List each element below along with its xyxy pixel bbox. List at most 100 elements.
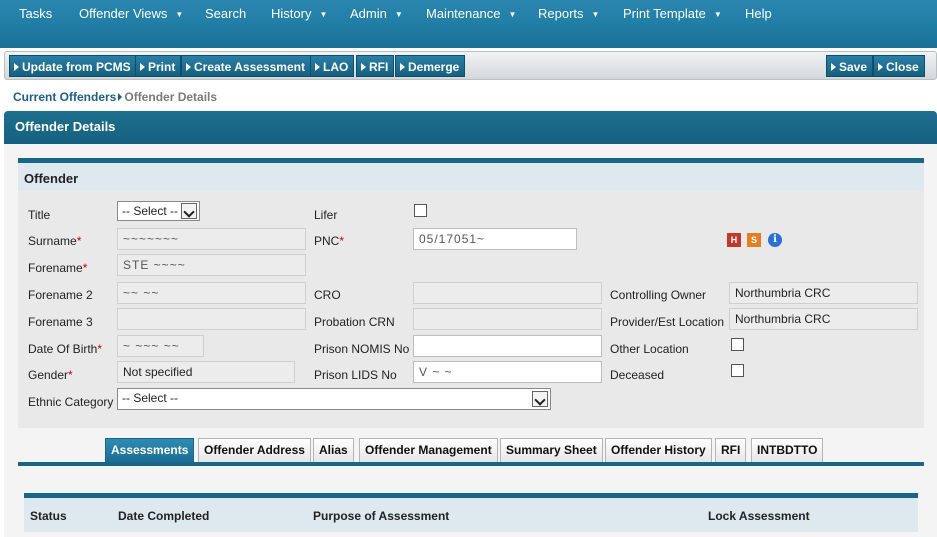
menu-label: Print Template xyxy=(623,6,706,21)
forename-label-text: Forename xyxy=(28,261,83,275)
surname-label: Surname* xyxy=(28,234,81,248)
menu-maintenance[interactable]: Maintenance ▼ xyxy=(426,6,516,21)
tab-summary-sheet[interactable]: Summary Sheet xyxy=(500,438,603,462)
controlling-owner-label-text: Controlling Owner xyxy=(610,288,707,302)
gender-label: Gender* xyxy=(28,368,73,382)
provider-location-value: Northumbria CRC xyxy=(735,312,831,326)
chevron-down-icon: ▼ xyxy=(175,10,184,20)
provider-location-label: Provider/Est Location xyxy=(610,315,724,329)
deceased-label: Deceased xyxy=(610,368,664,382)
tab-intbdtto[interactable]: INTBDTTO xyxy=(751,438,824,462)
column-header-lock-assessment[interactable]: Lock Assessment xyxy=(708,509,810,523)
demerge-button[interactable]: Demerge xyxy=(395,55,466,77)
forename3-label: Forename 3 xyxy=(28,315,93,329)
forename2-field: ~~ ~~ xyxy=(117,282,306,304)
forename-label: Forename* xyxy=(28,261,87,275)
h-badge-icon[interactable]: H xyxy=(727,233,741,247)
required-marker: * xyxy=(82,261,88,275)
info-icon[interactable]: i xyxy=(768,233,782,247)
chevron-down-icon: ▼ xyxy=(508,10,517,20)
chevron-down-icon xyxy=(181,203,197,219)
h-badge-text: H xyxy=(730,235,738,245)
menu-reports[interactable]: Reports ▼ xyxy=(538,6,599,21)
surname-label-text: Surname xyxy=(28,234,77,248)
prison-nomis-input[interactable] xyxy=(413,335,602,357)
menu-tasks[interactable]: Tasks xyxy=(19,6,52,21)
cro-label-text: CRO xyxy=(314,288,341,302)
other-location-checkbox[interactable] xyxy=(731,338,744,351)
menu-search[interactable]: Search xyxy=(205,6,246,21)
breadcrumb-current-offenders-link[interactable]: Current Offenders xyxy=(13,90,116,104)
tab-offender-history[interactable]: Offender History xyxy=(605,438,712,462)
forename2-label-text: Forename 2 xyxy=(28,288,93,302)
rfi-button[interactable]: RFI xyxy=(356,55,395,77)
menu-label: Tasks xyxy=(19,6,53,21)
menu-label: Maintenance xyxy=(426,6,501,21)
lao-button[interactable]: LAO xyxy=(310,55,355,77)
pnc-label-text: PNC xyxy=(314,234,340,248)
lifer-checkbox[interactable] xyxy=(414,204,427,217)
controlling-owner-label: Controlling Owner xyxy=(610,288,706,302)
play-icon xyxy=(361,63,366,71)
chevron-down-icon xyxy=(532,391,548,407)
column-header-purpose[interactable]: Purpose of Assessment xyxy=(313,509,449,523)
info-icon-text: i xyxy=(773,234,777,245)
prison-lids-input[interactable]: V ~ ~ xyxy=(413,361,602,383)
tab-offender-management[interactable]: Offender Management xyxy=(359,438,498,462)
pnc-value: 05/17051~ xyxy=(419,232,486,246)
column-header-text: Purpose of Assessment xyxy=(313,509,450,523)
menu-print-template[interactable]: Print Template ▼ xyxy=(623,6,722,21)
tab-label: INTBDTTO xyxy=(757,443,818,457)
title-select-value: -- Select -- xyxy=(122,204,179,218)
menu-help[interactable]: Help xyxy=(745,6,772,21)
column-header-status[interactable]: Status xyxy=(30,509,67,523)
tab-offender-address[interactable]: Offender Address xyxy=(198,438,311,462)
provider-location-field: Northumbria CRC xyxy=(729,308,918,330)
surname-value: ~~~~~~~ xyxy=(123,232,180,246)
prison-nomis-label: Prison NOMIS No xyxy=(314,342,409,356)
required-marker: * xyxy=(76,234,82,248)
play-icon xyxy=(400,63,405,71)
button-label: RFI xyxy=(369,60,389,74)
create-assessment-button[interactable]: Create Assessment xyxy=(181,55,311,77)
tab-alias[interactable]: Alias xyxy=(313,438,354,462)
required-marker: * xyxy=(339,234,345,248)
column-header-text: Lock Assessment xyxy=(708,509,810,523)
play-icon xyxy=(315,63,320,71)
tab-label: Offender Management xyxy=(365,443,492,457)
update-from-pcms-button[interactable]: Update from PCMS xyxy=(9,55,137,77)
menu-admin[interactable]: Admin ▼ xyxy=(350,6,403,21)
tab-assessments[interactable]: Assessments xyxy=(105,438,195,462)
chevron-down-icon: ▼ xyxy=(394,10,403,20)
tab-rfi[interactable]: RFI xyxy=(715,438,747,462)
menu-history[interactable]: History ▼ xyxy=(271,6,327,21)
pnc-input[interactable]: 05/17051~ xyxy=(413,228,577,250)
menu-offender-views[interactable]: Offender Views ▼ xyxy=(79,6,183,21)
surname-field: ~~~~~~~ xyxy=(117,228,306,250)
deceased-label-text: Deceased xyxy=(610,368,665,382)
provider-location-label-text: Provider/Est Location xyxy=(610,315,725,329)
s-badge-text: S xyxy=(750,235,757,245)
button-label: Print xyxy=(148,60,176,74)
tab-label: Offender Address xyxy=(204,443,305,457)
ethnic-category-select[interactable]: -- Select -- xyxy=(117,388,551,410)
deceased-checkbox[interactable] xyxy=(731,364,744,377)
button-label: Close xyxy=(886,60,919,74)
forename-value: STE ~~~~ xyxy=(123,258,186,272)
print-button[interactable]: Print xyxy=(135,55,182,77)
close-button[interactable]: Close xyxy=(873,55,925,77)
save-button[interactable]: Save xyxy=(826,55,874,77)
other-location-label: Other Location xyxy=(610,342,689,356)
button-label: Demerge xyxy=(408,60,460,74)
column-header-date-completed[interactable]: Date Completed xyxy=(118,509,209,523)
dob-field: ~ ~~~ ~~ xyxy=(117,335,204,357)
menu-label: Search xyxy=(205,6,247,21)
forename-field: STE ~~~~ xyxy=(117,254,306,276)
lifer-label: Lifer xyxy=(314,208,337,222)
page-title-text: Offender Details xyxy=(15,119,116,134)
button-label: Create Assessment xyxy=(194,60,305,74)
s-badge-icon[interactable]: S xyxy=(747,233,761,247)
controlling-owner-value: Northumbria CRC xyxy=(735,286,831,300)
title-select[interactable]: -- Select -- xyxy=(117,201,200,221)
probation-crn-label: Probation CRN xyxy=(314,315,395,329)
